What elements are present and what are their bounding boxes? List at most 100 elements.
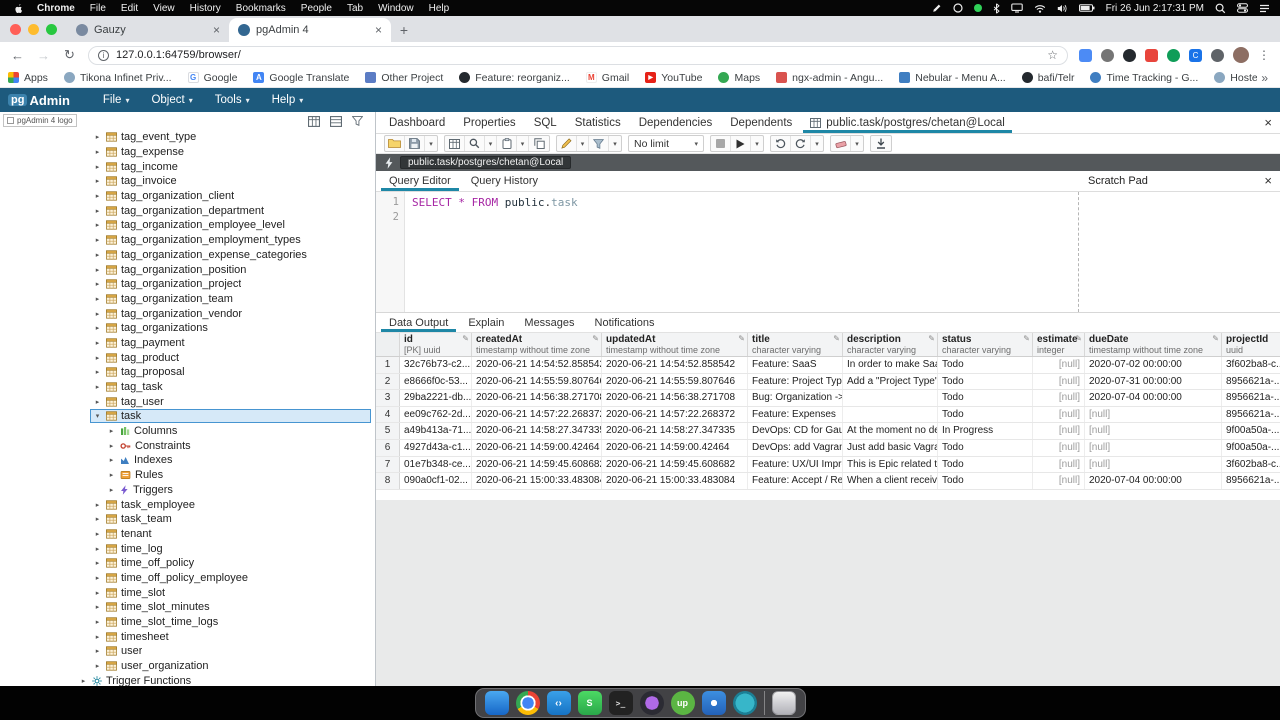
cell-updatedat[interactable]: 2020-06-21 14:59:45.608682 xyxy=(602,457,748,473)
tree-item-tag-organization-position[interactable]: ▸tag_organization_position xyxy=(0,262,375,277)
bookmark-bafi-telr[interactable]: bafi/Telr xyxy=(1022,72,1075,84)
browser-menu-icon[interactable]: ⋮ xyxy=(1258,48,1270,62)
menubar-item-view[interactable]: View xyxy=(153,3,175,14)
extension-icon-2[interactable] xyxy=(1101,49,1114,62)
tree-item-trigger-functions[interactable]: ▸Trigger Functions xyxy=(0,673,375,686)
address-bar[interactable]: i 127.0.0.1:64759/browser/ ☆ xyxy=(88,46,1068,65)
open-file-button[interactable] xyxy=(385,136,405,151)
tree-item-user[interactable]: ▸user xyxy=(0,644,375,659)
menubar-item-history[interactable]: History xyxy=(190,3,221,14)
chevron-right-icon[interactable]: ▸ xyxy=(93,339,102,347)
cell-updatedat[interactable]: 2020-06-21 14:57:22.268372 xyxy=(602,407,748,423)
cell-projectid[interactable]: 8956621a-... xyxy=(1222,374,1280,390)
new-tab-button[interactable]: + xyxy=(391,18,417,42)
dock-vscode-icon[interactable]: ‹› xyxy=(547,691,571,715)
chevron-right-icon[interactable]: ▸ xyxy=(93,207,102,215)
doc-tab-public-task-postgres-chetan-local[interactable]: public.task/postgres/chetan@Local xyxy=(801,112,1014,133)
chevron-right-icon[interactable]: ▸ xyxy=(93,148,102,156)
bookmark-youtube[interactable]: ▶YouTube xyxy=(645,72,702,84)
tree-item-tag-task[interactable]: ▸tag_task xyxy=(0,380,375,395)
edit-column-icon[interactable]: ✎ xyxy=(462,334,469,343)
tab-explain[interactable]: Explain xyxy=(458,313,514,332)
paste-dropdown-button[interactable]: ▾ xyxy=(517,136,529,151)
cell-duedate[interactable]: [null] xyxy=(1085,407,1222,423)
bookmark-maps[interactable]: Maps xyxy=(718,72,760,84)
grid-view-icon[interactable] xyxy=(308,116,320,127)
display-icon[interactable] xyxy=(1011,3,1023,13)
doc-tab-properties[interactable]: Properties xyxy=(454,112,524,133)
tree-item-indexes[interactable]: ▸Indexes xyxy=(0,453,375,468)
column-header-updatedat[interactable]: updatedAttimestamp without time zone✎ xyxy=(602,333,748,356)
tree-item-tag-user[interactable]: ▸tag_user xyxy=(0,394,375,409)
cell-status[interactable]: Todo xyxy=(938,440,1033,456)
tree-item-tag-event-type[interactable]: ▸tag_event_type xyxy=(0,130,375,145)
doc-tab-dashboard[interactable]: Dashboard xyxy=(380,112,454,133)
cell-projectid[interactable]: 8956621a-... xyxy=(1222,407,1280,423)
chevron-right-icon[interactable]: ▸ xyxy=(93,295,102,303)
dock-app-teal-icon[interactable] xyxy=(733,691,757,715)
cell-id[interactable]: 4927d43a-c1... xyxy=(400,440,472,456)
tree-item-task[interactable]: ▾task xyxy=(0,409,375,424)
tree-item-time-log[interactable]: ▸time_log xyxy=(0,541,375,556)
save-data-changes-button[interactable] xyxy=(445,136,465,151)
chevron-right-icon[interactable]: ▸ xyxy=(79,677,88,685)
cell-id[interactable]: 01e7b348-ce... xyxy=(400,457,472,473)
cell-status[interactable]: Todo xyxy=(938,390,1033,406)
menubar-item-people[interactable]: People xyxy=(301,3,332,14)
tree-item-time-slot[interactable]: ▸time_slot xyxy=(0,585,375,600)
row-number[interactable]: 4 xyxy=(376,407,400,423)
column-header-description[interactable]: descriptioncharacter varying✎ xyxy=(843,333,938,356)
column-header-estimate[interactable]: estimateinteger✎ xyxy=(1033,333,1085,356)
row-number[interactable]: 8 xyxy=(376,473,400,489)
doc-tab-statistics[interactable]: Statistics xyxy=(566,112,630,133)
cell-id[interactable]: 090a0cf1-02... xyxy=(400,473,472,489)
tree-item-constraints[interactable]: ▸Constraints xyxy=(0,438,375,453)
find-button[interactable] xyxy=(465,136,485,151)
menubar-clock[interactable]: Fri 26 Jun 2:17:31 PM xyxy=(1106,3,1204,14)
cell-updatedat[interactable]: 2020-06-21 14:55:59.807646 xyxy=(602,374,748,390)
forward-button[interactable]: → xyxy=(36,48,51,63)
cell-description[interactable]: This is Epic related to ... xyxy=(843,457,938,473)
menubar-item-help[interactable]: Help xyxy=(429,3,450,14)
row-number[interactable]: 2 xyxy=(376,374,400,390)
cell-title[interactable]: Feature: UX/UI Improve... xyxy=(748,457,843,473)
find-dropdown-button[interactable]: ▾ xyxy=(485,136,497,151)
doc-tab-dependents[interactable]: Dependents xyxy=(721,112,801,133)
menubar-item-window[interactable]: Window xyxy=(378,3,414,14)
cell-updatedat[interactable]: 2020-06-21 14:56:38.271708 xyxy=(602,390,748,406)
menubar-item-edit[interactable]: Edit xyxy=(121,3,138,14)
minimize-window-button[interactable] xyxy=(28,24,39,35)
menubar-item-bookmarks[interactable]: Bookmarks xyxy=(236,3,286,14)
execute-query-dropdown-button[interactable]: ▾ xyxy=(751,136,763,151)
bookmark-gmail[interactable]: MGmail xyxy=(586,72,629,84)
chevron-right-icon[interactable]: ▸ xyxy=(93,133,102,141)
chevron-right-icon[interactable]: ▸ xyxy=(93,574,102,582)
dock-app-blue-icon[interactable] xyxy=(702,691,726,715)
cell-duedate[interactable]: [null] xyxy=(1085,457,1222,473)
tab-close-icon[interactable]: × xyxy=(375,23,382,37)
cell-status[interactable]: Todo xyxy=(938,374,1033,390)
bookmark-time-tracking-g[interactable]: Time Tracking - G... xyxy=(1090,72,1198,84)
notification-center-icon[interactable] xyxy=(1259,4,1270,13)
chevron-right-icon[interactable]: ▸ xyxy=(93,354,102,362)
tree-item-tag-organization-employment-types[interactable]: ▸tag_organization_employment_types xyxy=(0,233,375,248)
extension-icon-3[interactable] xyxy=(1123,49,1136,62)
edit-column-icon[interactable]: ✎ xyxy=(592,334,599,343)
commit-button[interactable] xyxy=(771,136,791,151)
cell-projectid[interactable]: 3f602ba8-c... xyxy=(1222,457,1280,473)
tab-data-output[interactable]: Data Output xyxy=(379,313,458,332)
tree-item-tag-organization-employee-level[interactable]: ▸tag_organization_employee_level xyxy=(0,218,375,233)
cell-estimate[interactable]: [null] xyxy=(1033,357,1085,373)
cell-estimate[interactable]: [null] xyxy=(1033,390,1085,406)
cell-createdat[interactable]: 2020-06-21 14:59:00.42464 xyxy=(472,440,602,456)
cell-projectid[interactable]: 8956621a-... xyxy=(1222,473,1280,489)
cell-projectid[interactable]: 9f00a50a-... xyxy=(1222,423,1280,439)
cell-description[interactable]: In order to make SaaS ... xyxy=(843,357,938,373)
cell-createdat[interactable]: 2020-06-21 14:54:52.858542 xyxy=(472,357,602,373)
doc-tab-dependencies[interactable]: Dependencies xyxy=(630,112,722,133)
cell-duedate[interactable]: 2020-07-02 00:00:00 xyxy=(1085,357,1222,373)
extension-icon-4[interactable] xyxy=(1145,49,1158,62)
tree-item-task-team[interactable]: ▸task_team xyxy=(0,512,375,527)
tree-item-tenant[interactable]: ▸tenant xyxy=(0,527,375,542)
chevron-right-icon[interactable]: ▸ xyxy=(107,471,116,479)
